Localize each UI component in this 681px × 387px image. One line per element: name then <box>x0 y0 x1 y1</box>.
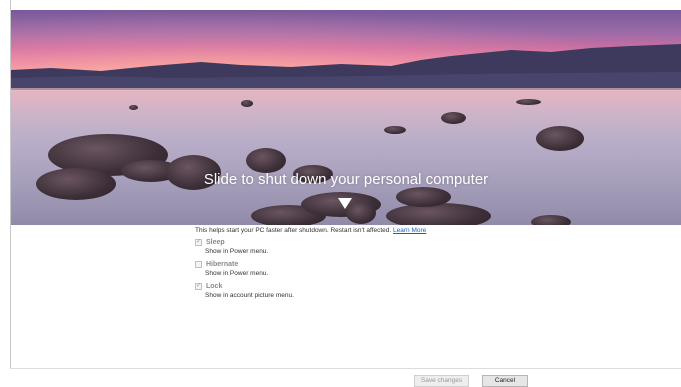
rock <box>441 112 466 124</box>
rock <box>246 148 286 173</box>
dialog-footer: Save changes Cancel <box>10 368 681 387</box>
shutdown-settings: This helps start your PC faster after sh… <box>195 226 575 301</box>
cancel-button[interactable]: Cancel <box>482 375 528 387</box>
hint-text: This helps start your PC faster after sh… <box>195 227 392 234</box>
rock <box>241 100 253 107</box>
hibernate-label: Hibernate <box>206 260 239 268</box>
sleep-label: Sleep <box>206 238 225 246</box>
hibernate-description: Show in Power menu. <box>205 270 269 277</box>
slide-shutdown-title: Slide to shut down your personal compute… <box>203 171 489 188</box>
hibernate-checkbox[interactable] <box>195 260 202 268</box>
sleep-description: Show in Power menu. <box>205 248 269 255</box>
rock <box>396 187 451 207</box>
save-changes-button[interactable]: Save changes <box>414 375 469 387</box>
option-lock[interactable]: ✓ Lock <box>195 281 575 291</box>
option-hibernate[interactable]: Hibernate <box>195 259 575 269</box>
rock <box>129 105 138 110</box>
sleep-checkbox[interactable]: ✓ <box>195 238 202 246</box>
option-sleep[interactable]: ✓ Sleep <box>195 237 575 247</box>
rock <box>516 99 541 105</box>
rock <box>536 126 584 151</box>
slide-to-shutdown-panel[interactable]: Slide to shut down your personal compute… <box>11 10 681 225</box>
lock-description: Show in account picture menu. <box>205 292 294 299</box>
rock <box>384 126 406 134</box>
arrow-down-icon[interactable] <box>338 198 352 209</box>
rock <box>386 203 491 225</box>
lock-label: Lock <box>206 282 223 290</box>
learn-more-link[interactable]: Learn More <box>393 227 426 234</box>
fast-startup-hint: This helps start your PC faster after sh… <box>195 226 575 235</box>
mountain-silhouette <box>11 44 681 91</box>
rock <box>531 215 571 225</box>
lock-checkbox[interactable]: ✓ <box>195 282 202 290</box>
